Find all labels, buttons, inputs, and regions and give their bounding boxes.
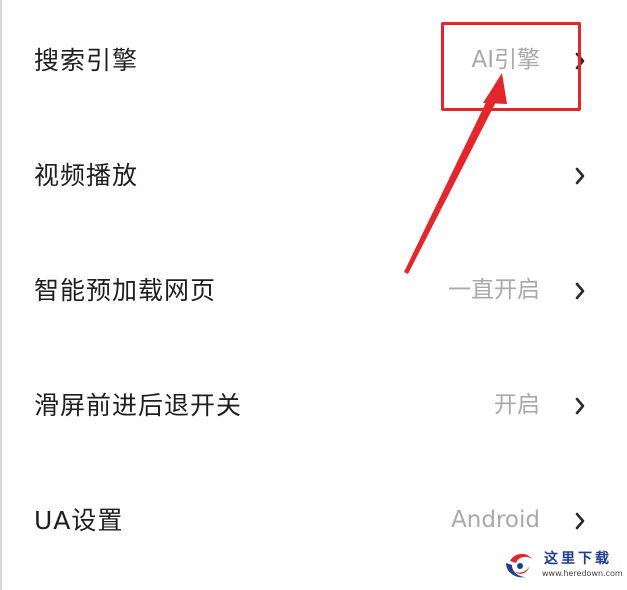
chevron-right-icon [573,348,587,463]
chevron-right-icon [573,118,587,233]
settings-row-smart-preload[interactable]: 智能预加载网页 一直开启 [0,233,627,348]
watermark: 这里下载 www.heredown.com [500,545,623,585]
row-label: 智能预加载网页 [34,276,217,305]
annotation-highlight-box [441,22,581,111]
watermark-title: 这里下载 [544,551,612,567]
row-label: 视频播放 [34,161,139,190]
row-label: UA设置 [34,506,124,535]
row-label: 搜索引擎 [34,46,139,75]
watermark-url: www.heredown.com [542,569,623,578]
settings-row-video-playback[interactable]: 视频播放 [0,118,627,233]
row-label: 滑屏前进后退开关 [34,391,243,420]
chevron-right-icon [573,233,587,348]
row-value: 开启 [494,392,540,418]
row-value: 一直开启 [448,277,540,303]
swirl-logo-icon [506,553,532,578]
settings-row-swipe-navigation[interactable]: 滑屏前进后退开关 开启 [0,348,627,463]
